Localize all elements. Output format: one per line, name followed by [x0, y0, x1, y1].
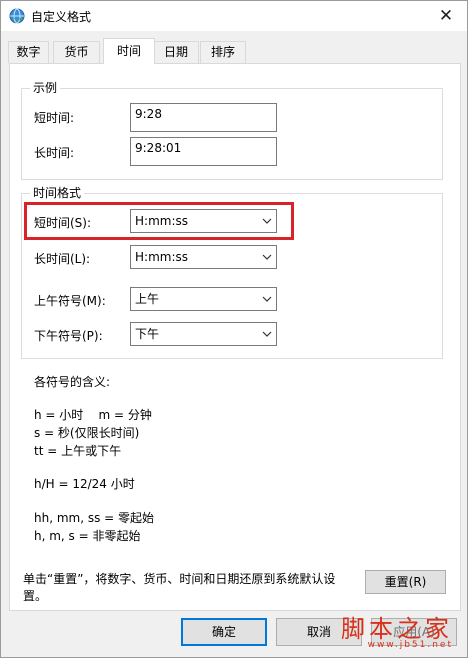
cancel-button-label: 取消	[306, 625, 331, 639]
tab-label: 货币	[64, 45, 89, 59]
help-line: h, m, s = 非零起始	[34, 529, 141, 543]
long-time-label: 长时间(L):	[34, 252, 91, 266]
tab-sort[interactable]: 排序	[200, 41, 246, 63]
am-symbol-label: 上午符号(M):	[34, 294, 106, 308]
help-line: s = 秒(仅限长时间)	[34, 426, 140, 440]
tab-currency[interactable]: 货币	[53, 41, 100, 63]
tab-label: 数字	[16, 45, 41, 59]
reset-button[interactable]: 重置(R)	[365, 570, 446, 594]
am-symbol-value: 上午	[135, 292, 160, 306]
help-line: h = 小时 m = 分钟	[34, 408, 152, 422]
example-group-title: 示例	[30, 81, 61, 95]
long-time-value: H:mm:ss	[135, 250, 188, 264]
globe-icon	[9, 8, 25, 24]
watermark-url: www.jb51.net	[367, 640, 453, 650]
chevron-down-icon	[262, 296, 272, 302]
time-format-group-title: 时间格式	[30, 186, 85, 200]
chevron-down-icon	[262, 254, 272, 260]
help-heading: 各符号的含义:	[34, 375, 111, 389]
window-title: 自定义格式	[31, 10, 92, 24]
reset-note-continued: 置。	[23, 589, 48, 603]
help-line: h/H = 12/24 小时	[34, 477, 135, 491]
tab-time[interactable]: 时间	[103, 38, 155, 64]
tab-label: 时间	[116, 44, 141, 58]
tab-label: 排序	[210, 45, 235, 59]
pm-symbol-select[interactable]: 下午	[130, 322, 277, 346]
ok-button-label: 确定	[211, 625, 236, 639]
pm-symbol-value: 下午	[135, 327, 160, 341]
site-watermark: 脚本之家 www.jb51.net	[329, 609, 459, 657]
help-line: hh, mm, ss = 零起始	[34, 511, 155, 525]
ok-button[interactable]: 确定	[181, 618, 267, 646]
pm-symbol-label: 下午符号(P):	[34, 329, 103, 343]
close-icon: ✕	[438, 6, 454, 26]
tab-number[interactable]: 数字	[8, 41, 49, 63]
example-group: 示例	[21, 81, 443, 180]
example-short-time-value: 9:28	[135, 107, 162, 121]
long-time-select[interactable]: H:mm:ss	[130, 245, 277, 269]
reset-note: 单击“重置”，将数字、货币、时间和日期还原到系统默认设	[23, 572, 336, 586]
title-bar: 自定义格式 ✕	[1, 1, 467, 31]
reset-button-label: 重置(R)	[384, 575, 427, 589]
example-short-time-field: 9:28	[130, 103, 277, 132]
watermark-logo-text: 脚本之家	[341, 615, 453, 643]
help-line: tt = 上午或下午	[34, 444, 122, 458]
example-long-time-field: 9:28:01	[130, 137, 277, 166]
example-long-time-value: 9:28:01	[135, 141, 182, 155]
close-button[interactable]: ✕	[431, 3, 461, 29]
example-long-time-label: 长时间:	[34, 146, 75, 160]
chevron-down-icon	[262, 331, 272, 337]
tab-label: 日期	[163, 45, 188, 59]
tab-date[interactable]: 日期	[153, 41, 199, 63]
am-symbol-select[interactable]: 上午	[130, 287, 277, 311]
custom-format-dialog: 自定义格式 ✕ 数字 货币 时间 日期 排序 示例 短时间: 9:28 长时间:…	[0, 0, 468, 658]
example-short-time-label: 短时间:	[34, 111, 75, 125]
highlight-annotation	[24, 202, 294, 240]
